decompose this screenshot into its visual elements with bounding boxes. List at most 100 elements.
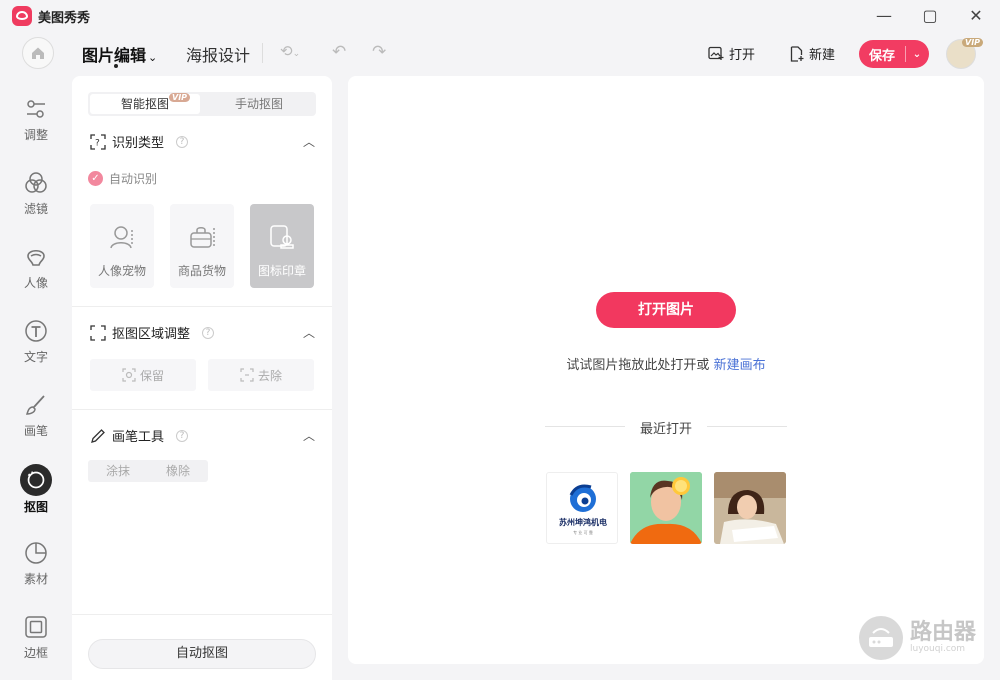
sidebar-item-label: 文字 — [23, 350, 48, 364]
scan-help-icon: ? — [90, 133, 106, 150]
frame-icon — [25, 616, 47, 638]
region-adjust-icon — [90, 324, 106, 341]
recent-thumbnail-2[interactable] — [630, 472, 702, 544]
sidebar-item-brush[interactable]: 画笔 — [0, 392, 72, 439]
type-product[interactable]: 商品货物 — [170, 204, 234, 288]
maximize-button[interactable]: ▢ — [920, 6, 940, 26]
text-icon — [25, 320, 47, 342]
portrait-photo-thumbnail — [630, 472, 702, 544]
keep-button[interactable]: 保留 — [90, 359, 196, 391]
vip-badge: VIP — [169, 93, 191, 102]
save-label: 保存 — [868, 48, 895, 64]
section-divider — [72, 306, 332, 307]
open-label: 打开 — [729, 48, 756, 63]
sidebar-item-text[interactable]: 文字 — [0, 318, 72, 365]
brush-mode-switch: 涂抹 橡除 — [88, 460, 208, 482]
chevron-up-icon[interactable]: ︿ — [303, 133, 315, 150]
close-button[interactable]: ✕ — [966, 6, 986, 26]
header-divider — [262, 43, 263, 63]
watermark: 路由器 luyouqi.com — [858, 614, 988, 662]
new-canvas-link[interactable]: 新建画布 — [714, 358, 766, 373]
keep-label: 保留 — [139, 368, 164, 383]
new-button[interactable]: 新建 — [790, 44, 835, 63]
chevron-up-icon[interactable]: ︿ — [303, 324, 315, 341]
redo-icon[interactable]: ↷ — [372, 42, 386, 62]
minimize-button[interactable]: — — [874, 6, 894, 26]
cutout-region-section: 抠图区域调整 ? — [90, 323, 215, 342]
company-logo-thumbnail: 苏州坤鸿机电 专 业 可 靠 — [559, 484, 607, 535]
sidebar-item-label: 滤镜 — [23, 202, 48, 216]
router-logo-icon — [859, 616, 903, 660]
help-icon[interactable]: ? — [202, 326, 215, 339]
vip-badge: VIP — [962, 38, 984, 47]
save-button[interactable]: 保存 ⌄ — [859, 40, 929, 68]
watermark-sub: luyouqi.com — [910, 644, 966, 654]
auto-recognize-label: 自动识别 — [109, 172, 158, 186]
brush-icon — [25, 395, 45, 415]
help-icon[interactable]: ? — [176, 429, 189, 442]
panel-footer-divider — [72, 614, 332, 615]
sidebar-item-sticker[interactable]: 素材 — [0, 540, 72, 587]
help-icon[interactable]: ? — [176, 135, 189, 148]
sidebar-item-label: 画笔 — [23, 424, 48, 438]
tab-image-edit[interactable]: 图片编辑 ⌄ — [82, 42, 157, 66]
type-label: 商品货物 — [177, 264, 226, 278]
remove-icon — [240, 368, 254, 382]
active-tab-indicator — [114, 64, 118, 68]
sidebar-item-label: 调整 — [23, 128, 48, 142]
sidebar-item-frame[interactable]: 边框 — [0, 614, 72, 661]
smear-tab[interactable]: 涂抹 — [88, 460, 148, 482]
canvas-area[interactable]: 打开图片 试试图片拖放此处打开或 新建画布 最近打开 苏州坤鸿机电 专 业 可 … — [348, 76, 984, 664]
save-dropdown-icon[interactable]: ⌄ — [906, 49, 928, 60]
svg-text:?: ? — [95, 138, 100, 148]
eraser-tab[interactable]: 橡除 — [148, 460, 208, 482]
tab-manual-cutout[interactable]: 手动抠图 — [204, 94, 314, 114]
open-button[interactable]: 打开 — [708, 44, 755, 63]
type-person-pet[interactable]: 人像宠物 — [90, 204, 154, 288]
type-label: 人像宠物 — [97, 264, 146, 278]
person-pet-icon — [110, 226, 133, 249]
keep-icon — [122, 368, 136, 382]
watermark-text: 路由器 luyouqi.com — [910, 620, 977, 655]
home-button[interactable] — [22, 37, 54, 69]
pencil-icon — [91, 428, 105, 443]
sidebar-item-label: 素材 — [23, 572, 48, 586]
watermark-title: 路由器 — [910, 620, 977, 645]
open-image-button[interactable]: 打开图片 — [596, 292, 736, 328]
tab-poster-design[interactable]: 海报设计 — [186, 42, 250, 66]
sidebar-item-adjust[interactable]: 调整 — [0, 96, 72, 143]
stamp-icon — [270, 225, 294, 249]
cutout-icon — [20, 464, 52, 496]
history-icon[interactable]: ⟲⌄ — [280, 42, 300, 60]
recent-thumbnail-3[interactable] — [714, 472, 786, 544]
title-bar: 美图秀秀 — ▢ ✕ — [0, 0, 1000, 32]
home-icon — [32, 47, 44, 59]
recent-divider-right — [707, 426, 787, 427]
auto-recognize-checkbox[interactable]: ✓ 自动识别 — [88, 170, 157, 187]
chevron-up-icon[interactable]: ︿ — [303, 427, 315, 444]
thumbnail-logo-sub: 专 业 可 靠 — [573, 529, 593, 535]
sliders-icon — [27, 100, 45, 118]
sidebar-item-portrait[interactable]: 人像 — [0, 244, 72, 291]
tab-image-edit-label: 图片编辑 — [82, 46, 147, 65]
undo-icon[interactable]: ↶ — [332, 42, 346, 62]
sidebar-item-filter[interactable]: 滤镜 — [0, 170, 72, 217]
remove-button[interactable]: 去除 — [208, 359, 314, 391]
recent-title: 最近打开 — [639, 422, 692, 437]
recent-thumbnail-1[interactable]: 苏州坤鸿机电 专 业 可 靠 — [546, 472, 618, 544]
brush-tool-section: 画笔工具 ? — [90, 426, 189, 445]
cutout-mode-switch: 智能抠图 手动抠图 — [88, 92, 316, 116]
sidebar-item-label: 人像 — [23, 276, 48, 290]
type-icon-stamp[interactable]: 图标印章 — [250, 204, 314, 288]
sidebar-item-cutout[interactable]: 抠图 — [0, 464, 72, 515]
auto-cutout-button[interactable]: 自动抠图 — [88, 639, 316, 669]
sidebar-item-label: 边框 — [23, 646, 48, 660]
sticker-icon — [25, 542, 47, 564]
section-divider — [72, 409, 332, 410]
section-title: 识别类型 — [112, 136, 165, 151]
cutout-panel: 智能抠图 手动抠图 VIP ? 识别类型 ? ︿ ✓ 自动识别 人像宠物 商品货… — [72, 76, 332, 680]
app-title: 美图秀秀 — [38, 11, 91, 26]
app-logo-icon — [12, 6, 32, 26]
filter-circles-icon — [25, 172, 47, 193]
new-label: 新建 — [809, 48, 836, 63]
